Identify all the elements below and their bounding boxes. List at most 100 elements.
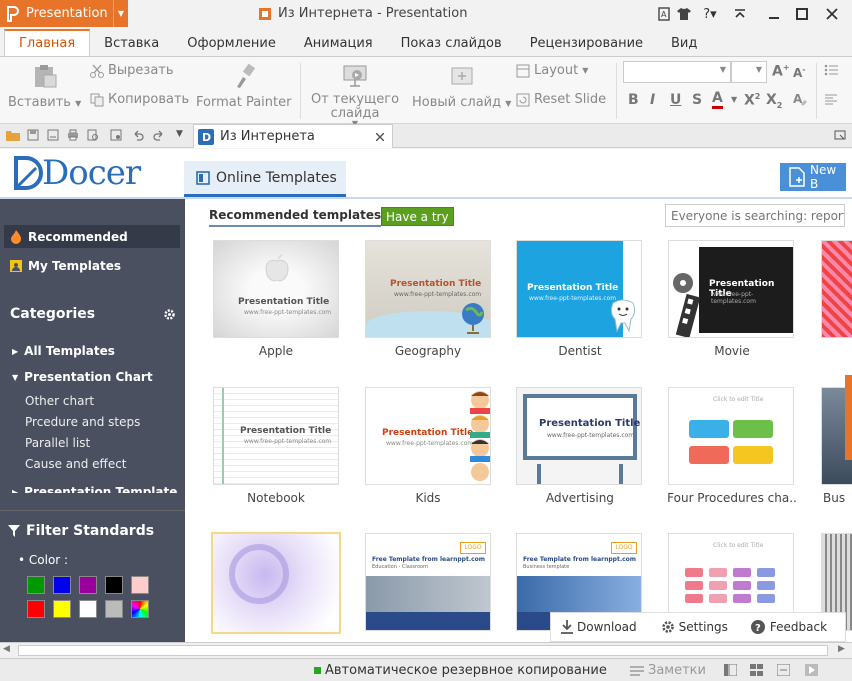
template-card-movie[interactable]: Presentation Title www.free-ppt-template…: [668, 240, 794, 338]
sidebar-item-recommended[interactable]: Recommended: [4, 225, 180, 248]
subcategory-other-chart[interactable]: Other chart: [25, 394, 94, 408]
color-swatch[interactable]: [79, 576, 97, 594]
scroll-right-icon[interactable]: ▶: [838, 644, 845, 654]
gear-icon[interactable]: [163, 308, 176, 321]
underline-icon[interactable]: U: [670, 92, 681, 108]
print-icon[interactable]: [67, 129, 79, 141]
skin-icon[interactable]: A: [654, 4, 674, 24]
reset-slide-button[interactable]: Reset Slide: [516, 92, 606, 107]
autosave-status[interactable]: Автоматическое резервное копирование: [314, 663, 607, 678]
template-name[interactable]: Apple: [201, 344, 351, 358]
template-card-dentist[interactable]: Presentation Title www.free-ppt-template…: [516, 240, 642, 338]
tab-review[interactable]: Рецензирование: [516, 30, 657, 56]
reading-view-icon[interactable]: [777, 664, 790, 676]
from-current-slide-button[interactable]: От текущего слайда ▼: [311, 63, 399, 128]
copy-button[interactable]: Копировать: [90, 92, 189, 107]
app-menu-dropdown-icon[interactable]: ▼: [113, 0, 128, 27]
bold-icon[interactable]: B: [628, 92, 639, 108]
template-card-partial[interactable]: [821, 240, 852, 338]
horizontal-scrollbar[interactable]: ◀ ▶: [0, 642, 852, 658]
have-a-try-button[interactable]: Have a try: [381, 207, 454, 226]
font-color-dropdown-icon[interactable]: ▼: [731, 95, 737, 104]
template-card-classroom[interactable]: LOGO Free Template from learnppt.com Edu…: [365, 533, 491, 631]
font-color-icon[interactable]: A: [712, 90, 723, 109]
online-templates-tab[interactable]: Online Templates: [184, 161, 346, 197]
color-swatch[interactable]: [105, 600, 123, 618]
template-card-four-procedures[interactable]: Click to edit Title: [668, 387, 794, 485]
subcategory-procedure-steps[interactable]: Prcedure and steps: [25, 415, 140, 429]
panel-options-icon[interactable]: [834, 129, 846, 141]
side-panel-handle[interactable]: [845, 375, 852, 460]
collapse-ribbon-icon[interactable]: [730, 4, 750, 24]
shrink-font-icon[interactable]: A-: [793, 65, 806, 80]
template-card-advertising[interactable]: Presentation Title www.free-ppt-template…: [516, 387, 642, 485]
tab-slide-show[interactable]: Показ слайдов: [387, 30, 516, 56]
strikethrough-icon[interactable]: S: [692, 92, 702, 108]
template-name[interactable]: Kids: [353, 491, 503, 505]
app-menu-button[interactable]: Presentation ▼: [0, 0, 128, 27]
clear-format-icon[interactable]: A: [792, 92, 808, 108]
template-name[interactable]: Geography: [353, 344, 503, 358]
color-swatch[interactable]: [79, 600, 97, 618]
sidebar-item-my-templates[interactable]: My Templates: [4, 254, 180, 277]
template-name[interactable]: Movie: [657, 344, 807, 358]
format-painter-button[interactable]: Format Painter: [196, 63, 291, 110]
play-slideshow-icon[interactable]: [805, 664, 818, 676]
help-icon[interactable]: ?▾: [698, 4, 722, 24]
tshirt-icon[interactable]: [674, 4, 694, 24]
template-name[interactable]: Four Procedures cha..: [657, 491, 807, 505]
paste-button[interactable]: Вставить ▼: [8, 63, 81, 110]
subscript-icon[interactable]: X2: [766, 92, 782, 110]
open-folder-icon[interactable]: [6, 129, 20, 141]
template-card-apple[interactable]: Presentation Title www.free-ppt-template…: [213, 240, 339, 338]
maximize-icon[interactable]: [792, 4, 812, 24]
category-presentation-template[interactable]: ▶ Presentation Template: [12, 485, 177, 493]
template-card-notebook[interactable]: Presentation Title www.free-ppt-template…: [213, 387, 339, 485]
download-button[interactable]: Download: [561, 620, 637, 634]
color-swatch[interactable]: [131, 600, 149, 618]
color-swatch[interactable]: [105, 576, 123, 594]
align-left-icon[interactable]: [824, 93, 838, 107]
color-swatch[interactable]: [53, 576, 71, 594]
cut-button[interactable]: Вырезать: [90, 63, 174, 78]
redo-icon[interactable]: [153, 129, 165, 141]
notes-toggle[interactable]: Заметки: [630, 663, 706, 678]
slide-sorter-icon[interactable]: [750, 664, 763, 676]
template-name[interactable]: Bus: [823, 491, 845, 505]
color-swatch[interactable]: [27, 576, 45, 594]
scroll-left-icon[interactable]: ◀: [3, 644, 10, 654]
bullet-list-icon[interactable]: [824, 63, 838, 77]
color-swatch[interactable]: [131, 576, 149, 594]
tab-insert[interactable]: Вставка: [90, 30, 173, 56]
layout-button[interactable]: Layout ▼: [516, 63, 588, 78]
template-card-tech-selected[interactable]: [211, 532, 341, 634]
tab-home[interactable]: Главная: [4, 29, 91, 56]
new-slide-button[interactable]: Новый слайд ▼: [412, 63, 511, 110]
subcategory-cause-effect[interactable]: Cause and effect: [25, 457, 127, 471]
undo-icon[interactable]: [132, 129, 144, 141]
close-icon[interactable]: [822, 4, 842, 24]
grow-font-icon[interactable]: A+: [772, 63, 790, 80]
save-icon[interactable]: [27, 129, 39, 141]
tab-view[interactable]: Вид: [657, 30, 711, 56]
color-swatch[interactable]: [53, 600, 71, 618]
italic-icon[interactable]: I: [650, 92, 655, 108]
tab-design[interactable]: Оформление: [173, 30, 290, 56]
template-name[interactable]: Dentist: [505, 344, 655, 358]
normal-view-icon[interactable]: [724, 664, 737, 676]
color-swatch[interactable]: [27, 600, 45, 618]
new-blank-button[interactable]: New B: [780, 163, 846, 191]
template-search-input[interactable]: [665, 204, 845, 227]
template-name[interactable]: Notebook: [201, 491, 351, 505]
template-card-geography[interactable]: Presentation Title www.free-ppt-template…: [365, 240, 491, 338]
font-size-select[interactable]: ▼: [731, 61, 767, 83]
feedback-button[interactable]: ? Feedback: [750, 619, 827, 635]
template-card-kids[interactable]: Presentation Title www.free-ppt-template…: [365, 387, 491, 485]
document-tab[interactable]: D Из Интернета: [193, 124, 393, 148]
scrollbar-thumb[interactable]: [18, 645, 828, 656]
print-preview-icon[interactable]: [87, 129, 99, 141]
settings-button[interactable]: Settings: [661, 620, 728, 634]
category-all-templates[interactable]: ▶ All Templates: [12, 344, 115, 358]
export-pdf-icon[interactable]: [47, 129, 59, 141]
subcategory-parallel-list[interactable]: Parallel list: [25, 436, 90, 450]
